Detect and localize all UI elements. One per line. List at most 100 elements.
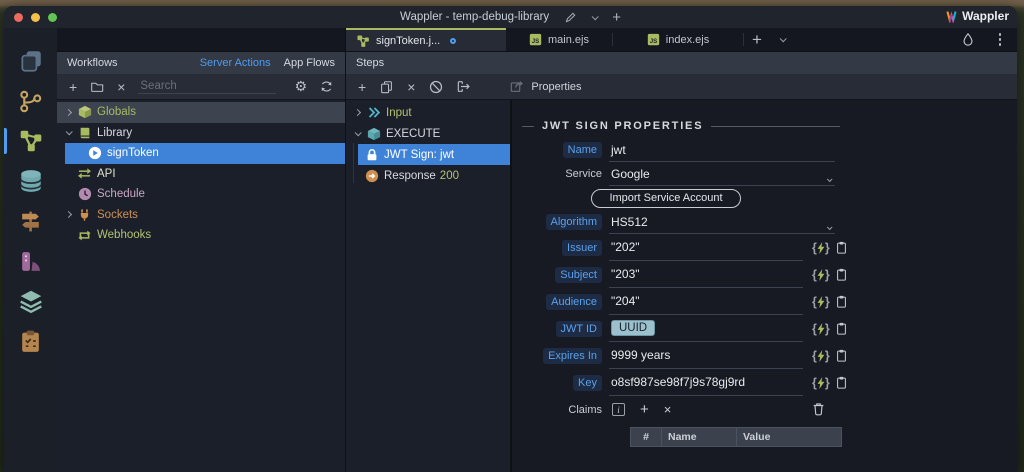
delete-step-x-icon[interactable]: × bbox=[407, 80, 415, 94]
search-input[interactable] bbox=[138, 79, 277, 94]
disable-step-ban-icon[interactable] bbox=[429, 80, 443, 94]
expand-chevron-icon[interactable] bbox=[64, 211, 72, 219]
name-input[interactable]: jwt bbox=[609, 138, 835, 162]
field-jwt-id: JWT ID UUID {} bbox=[512, 315, 1017, 342]
step-item-jwt-sign-selected[interactable]: JWT Sign: jwt bbox=[358, 144, 510, 165]
paste-value-icon[interactable] bbox=[836, 295, 847, 308]
folder-icon[interactable] bbox=[90, 80, 104, 93]
sidebar-item-tasks[interactable] bbox=[4, 321, 57, 361]
step-item-response[interactable]: Response 200 bbox=[346, 165, 510, 186]
mode-tab-app-flows[interactable]: App Flows bbox=[284, 57, 335, 69]
export-step-icon[interactable] bbox=[457, 80, 472, 93]
paste-value-icon[interactable] bbox=[836, 349, 847, 362]
svg-text:JS: JS bbox=[532, 38, 539, 45]
steps-tree: Input EXECUTE JWT Sign: jwt Response 200 bbox=[346, 100, 511, 472]
sidebar-item-workflows[interactable] bbox=[4, 121, 57, 161]
data-binding-icon[interactable]: {} bbox=[812, 349, 830, 363]
add-action-plus-icon[interactable]: + bbox=[69, 80, 77, 94]
tasks-icon bbox=[22, 330, 39, 352]
workflows-header: Workflows Server Actions App Flows bbox=[57, 52, 345, 74]
service-select[interactable]: Google bbox=[609, 162, 835, 186]
paste-value-icon[interactable] bbox=[836, 241, 847, 254]
delete-action-x-icon[interactable]: × bbox=[117, 80, 125, 94]
data-binding-icon[interactable]: {} bbox=[812, 295, 830, 309]
issuer-input[interactable]: "202" bbox=[609, 234, 803, 261]
step-item-input[interactable]: Input bbox=[346, 102, 510, 123]
subject-input[interactable]: "203" bbox=[609, 261, 803, 288]
plug-icon bbox=[80, 209, 89, 221]
remove-claim-x-icon[interactable]: × bbox=[664, 402, 672, 417]
key-input[interactable]: o8sf987se98f7j9s78gj9rd bbox=[609, 369, 803, 396]
sidebar-item-database[interactable] bbox=[4, 161, 57, 201]
tree-item-label: signToken bbox=[107, 147, 159, 160]
pages-icon bbox=[20, 51, 41, 72]
sidebar-item-layers[interactable] bbox=[4, 281, 57, 321]
theme-drop-icon[interactable] bbox=[961, 32, 975, 47]
step-item-label: Input bbox=[386, 106, 412, 119]
expand-chevron-icon[interactable] bbox=[64, 108, 72, 116]
tree-item-globals[interactable]: Globals bbox=[57, 102, 345, 123]
data-binding-icon[interactable]: {} bbox=[812, 268, 830, 282]
claims-col-index: # bbox=[643, 431, 649, 443]
js-icon: JS bbox=[529, 33, 542, 46]
settings-gear-icon[interactable]: ⚙ bbox=[294, 78, 307, 95]
tree-item-library[interactable]: Library bbox=[57, 123, 345, 144]
wappler-logo-text: Wappler bbox=[962, 9, 1009, 23]
field-service: Service Google bbox=[512, 162, 1017, 186]
jwt-id-input[interactable]: UUID bbox=[609, 315, 803, 342]
copy-step-icon[interactable] bbox=[380, 80, 393, 94]
database-icon bbox=[19, 170, 42, 192]
collapse-chevron-icon[interactable] bbox=[65, 128, 73, 136]
swap-arrows-icon bbox=[78, 168, 91, 179]
tree-item-api[interactable]: API bbox=[57, 164, 345, 185]
add-step-plus-icon[interactable]: + bbox=[358, 80, 366, 94]
algorithm-select[interactable]: HS512 bbox=[609, 210, 835, 234]
data-binding-icon[interactable]: {} bbox=[812, 322, 830, 336]
field-label: Service bbox=[565, 168, 602, 180]
claims-table-header: # Name Value bbox=[630, 427, 842, 447]
collapse-chevron-icon[interactable] bbox=[354, 129, 362, 137]
data-binding-icon[interactable]: {} bbox=[812, 241, 830, 255]
refresh-icon[interactable] bbox=[320, 80, 333, 93]
rename-project-pencil-icon[interactable] bbox=[564, 11, 577, 24]
book-icon bbox=[80, 127, 89, 138]
new-tab-plus-icon[interactable]: + bbox=[752, 30, 762, 50]
step-item-execute[interactable]: EXECUTE bbox=[346, 123, 510, 144]
sidebar-item-routes[interactable] bbox=[4, 201, 57, 241]
steps-panel-title: Steps bbox=[356, 57, 385, 69]
tree-item-signtoken-selected[interactable]: signToken bbox=[65, 143, 345, 164]
project-dropdown-chevron-icon[interactable] bbox=[591, 12, 599, 20]
tree-item-webhooks[interactable]: Webhooks bbox=[57, 225, 345, 246]
sidebar-item-pages[interactable] bbox=[4, 41, 57, 81]
field-label: Claims bbox=[568, 403, 602, 416]
sidebar-item-git[interactable] bbox=[4, 81, 57, 121]
uuid-token-tag[interactable]: UUID bbox=[611, 320, 656, 336]
play-icon bbox=[88, 147, 101, 160]
mode-tab-server-actions[interactable]: Server Actions bbox=[200, 57, 271, 69]
tree-item-sockets[interactable]: Sockets bbox=[57, 205, 345, 226]
expand-chevron-icon[interactable] bbox=[353, 108, 361, 117]
delete-claims-trash-icon[interactable] bbox=[812, 402, 825, 416]
claims-info-icon[interactable]: i bbox=[612, 403, 625, 416]
paste-value-icon[interactable] bbox=[836, 268, 847, 281]
field-import: Import Service Account bbox=[512, 186, 1017, 210]
data-binding-icon[interactable]: {} bbox=[812, 376, 830, 390]
tab-main-ejs[interactable]: JS main.ejs bbox=[506, 28, 612, 51]
tab-index-ejs[interactable]: JS index.ejs bbox=[613, 28, 743, 51]
tab-signtoken[interactable]: signToken.j... bbox=[346, 28, 506, 51]
expires-in-input[interactable]: 9999 years bbox=[609, 342, 803, 369]
steps-toolbar: + × Properties bbox=[346, 74, 1017, 100]
more-options-kebab-icon[interactable] bbox=[998, 33, 1001, 46]
tree-item-schedule[interactable]: Schedule bbox=[57, 184, 345, 205]
paste-value-icon[interactable] bbox=[836, 322, 847, 335]
add-claim-plus-icon[interactable]: + bbox=[640, 401, 649, 418]
audience-input[interactable]: "204" bbox=[609, 288, 803, 315]
tab-list-chevron-icon[interactable] bbox=[779, 35, 787, 43]
sidebar-item-styles[interactable] bbox=[4, 241, 57, 281]
paste-value-icon[interactable] bbox=[836, 376, 847, 389]
tree-item-label: Sockets bbox=[97, 208, 138, 221]
import-service-account-button[interactable]: Import Service Account bbox=[591, 188, 741, 208]
tab-label: index.ejs bbox=[665, 33, 710, 46]
new-project-plus-icon[interactable]: + bbox=[612, 9, 621, 26]
cube-icon bbox=[78, 106, 91, 119]
